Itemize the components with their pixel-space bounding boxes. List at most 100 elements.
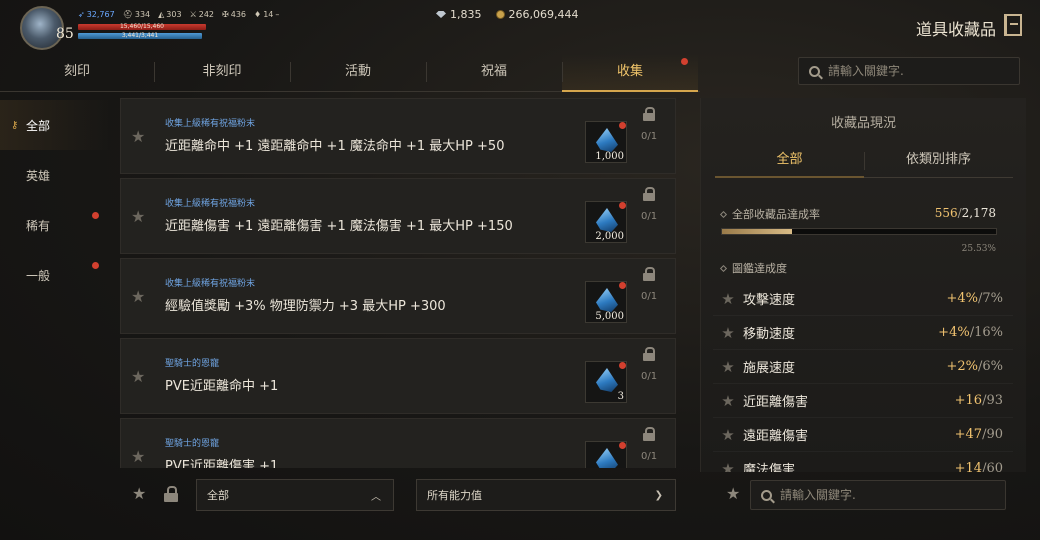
sidebar-item-label: 稀有 xyxy=(26,218,51,233)
key-icon: ⚷ xyxy=(11,119,19,131)
category-sidebar: ⚷ 全部 英雄 稀有 一般 xyxy=(0,100,110,300)
tab-collection[interactable]: 收集 xyxy=(562,54,698,92)
stat-name: 魔法傷害 xyxy=(743,463,796,472)
stat-e: ♦ 14– xyxy=(254,10,280,19)
ability-dropdown-value: 所有能力值 xyxy=(427,489,482,502)
collection-title: 收集上級稀有祝福粉末 xyxy=(165,119,256,129)
collection-row[interactable]: ★ 收集上級稀有祝福粉末 近距離傷害 +1 遠距離傷害 +1 魔法傷害 +1 最… xyxy=(120,178,676,254)
exit-icon[interactable] xyxy=(1004,14,1022,36)
star-icon: ★ xyxy=(721,459,735,473)
filter-bar: ★ 全部 ︿ 所有能力值 ❯ xyxy=(120,472,676,516)
favorites-filter-star-icon[interactable]: ★ xyxy=(726,484,740,503)
codex-section-label: 圖鑑達成度 xyxy=(719,260,787,276)
notification-dot xyxy=(619,122,626,129)
lock-icon xyxy=(643,187,655,201)
lock-filter-icon[interactable] xyxy=(164,486,178,502)
notification-dot xyxy=(619,442,626,449)
lock-icon xyxy=(643,107,655,121)
player-level: 85 xyxy=(56,26,74,42)
material-quantity: 2,000 xyxy=(595,231,624,242)
collection-row[interactable]: ★ 收集上級稀有祝福粉末 經驗值獎勵 +3% 物理防禦力 +3 最大HP +30… xyxy=(120,258,676,334)
sidebar-item-hero[interactable]: 英雄 xyxy=(0,150,110,200)
armor-icon: ◭ xyxy=(158,10,165,19)
collection-title: 收集上級稀有祝福粉末 xyxy=(165,199,256,209)
sidebar-item-all[interactable]: ⚷ 全部 xyxy=(0,100,110,150)
hp-text: 15,460/15,460 xyxy=(119,23,164,30)
stat-b: ◭ 303 xyxy=(158,10,182,19)
wing-icon: ➶ xyxy=(78,10,85,19)
stat-value: +16/93 xyxy=(954,393,1003,408)
gold-currency: 266,069,444 xyxy=(495,8,578,21)
category-dropdown-value: 全部 xyxy=(207,489,229,502)
star-icon: ★ xyxy=(721,289,735,308)
achievement-progress-fill xyxy=(722,229,792,234)
favorite-star-icon[interactable]: ★ xyxy=(131,367,145,386)
lock-icon xyxy=(643,267,655,281)
sidebar-item-common[interactable]: 一般 xyxy=(0,250,110,300)
star-icon: ★ xyxy=(721,391,735,410)
favorites-filter-star-icon[interactable]: ★ xyxy=(132,484,146,503)
star-icon: ★ xyxy=(721,425,735,444)
search-box[interactable] xyxy=(798,57,1020,85)
lock-icon xyxy=(643,347,655,361)
collection-status-panel: 收藏品現況 全部 依類別排序 全部收藏品達成率 556/2,178 25.53%… xyxy=(700,98,1026,472)
codex-stat-row[interactable]: ★ 魔法傷害 +14/60 xyxy=(713,452,1013,473)
panel-search-input[interactable] xyxy=(780,488,950,502)
favorite-star-icon[interactable]: ★ xyxy=(131,127,145,146)
codex-stat-row[interactable]: ★ 遠距離傷害 +47/90 xyxy=(713,418,1013,452)
achievement-progress-bar xyxy=(721,228,997,235)
stat-value: +4%/7% xyxy=(946,291,1003,306)
collection-row[interactable]: ★ 收集上級稀有祝福粉末 近距離命中 +1 遠距離命中 +1 魔法命中 +1 最… xyxy=(120,98,676,174)
stat-value: +47/90 xyxy=(954,427,1003,442)
collection-row[interactable]: ★ 聖騎士的恩寵 PVE近距離傷害 +1 0/1 xyxy=(120,418,676,468)
stat-d: ✠ 436 xyxy=(222,10,247,19)
sidebar-item-label: 一般 xyxy=(26,268,51,283)
search-input[interactable] xyxy=(828,64,998,78)
tab-collection-label: 收集 xyxy=(616,64,643,79)
tab-event[interactable]: 活動 xyxy=(290,54,426,91)
diamond-bullet-icon xyxy=(719,210,728,218)
panel-tab-all[interactable]: 全部 xyxy=(715,144,864,178)
panel-search-bar: ★ xyxy=(720,472,1020,516)
codex-stat-row[interactable]: ★ 近距離傷害 +16/93 xyxy=(713,384,1013,418)
search-icon xyxy=(761,489,772,501)
material-quantity: 5,000 xyxy=(595,311,624,322)
collection-title: 聖騎士的恩寵 xyxy=(165,359,220,369)
ability-dropdown[interactable]: 所有能力值 ❯ xyxy=(416,479,676,511)
notification-dot xyxy=(681,58,688,65)
material-quantity: 1,000 xyxy=(595,151,624,162)
panel-tab-by-category[interactable]: 依類別排序 xyxy=(864,144,1013,177)
codex-stat-row[interactable]: ★ 攻擊速度 +4%/7% xyxy=(713,282,1013,316)
crystal-powder-icon xyxy=(596,288,618,312)
stat-value: +4%/16% xyxy=(938,325,1003,340)
favorite-star-icon[interactable]: ★ xyxy=(131,447,145,466)
sidebar-item-rare[interactable]: 稀有 xyxy=(0,200,110,250)
codex-stat-row[interactable]: ★ 移動速度 +4%/16% xyxy=(713,316,1013,350)
helmet-icon: ⛑ xyxy=(122,10,133,19)
mp-bar: 3,441/3,441 xyxy=(78,32,202,39)
tab-non-engraving[interactable]: 非刻印 xyxy=(154,54,290,91)
category-dropdown[interactable]: 全部 ︿ xyxy=(196,479,394,511)
stat-name: 遠距離傷害 xyxy=(743,429,809,444)
codex-stat-row[interactable]: ★ 施展速度 +2%/6% xyxy=(713,350,1013,384)
codex-stat-list: ★ 攻擊速度 +4%/7% ★ 移動速度 +4%/16% ★ 施展速度 +2%/… xyxy=(713,282,1013,472)
collection-effect: PVE近距離傷害 +1 xyxy=(165,459,279,468)
tab-blessing[interactable]: 祝福 xyxy=(426,54,562,91)
tab-engraving[interactable]: 刻印 xyxy=(0,54,154,91)
stat-name: 移動速度 xyxy=(743,327,796,342)
collection-effect: 近距離傷害 +1 遠距離傷害 +1 魔法傷害 +1 最大HP +150 xyxy=(165,219,513,234)
notification-dot xyxy=(619,282,626,289)
mp-text: 3,441/3,441 xyxy=(121,32,159,39)
favorite-star-icon[interactable]: ★ xyxy=(131,287,145,306)
stat-a: ⛑ 334 xyxy=(122,10,151,19)
diamond-bullet-icon xyxy=(719,264,728,272)
stat-name: 攻擊速度 xyxy=(743,293,796,308)
collection-count: 0/1 xyxy=(641,291,658,302)
notification-dot xyxy=(92,262,99,269)
currency-display: 1,835 266,069,444 xyxy=(436,8,578,21)
panel-search-box[interactable] xyxy=(750,480,1006,510)
favorite-star-icon[interactable]: ★ xyxy=(131,207,145,226)
collection-row[interactable]: ★ 聖騎士的恩寵 PVE近距離命中 +1 3 0/1 xyxy=(120,338,676,414)
chevron-right-icon: ❯ xyxy=(654,489,663,501)
panel-tabs: 全部 依類別排序 xyxy=(715,144,1013,178)
